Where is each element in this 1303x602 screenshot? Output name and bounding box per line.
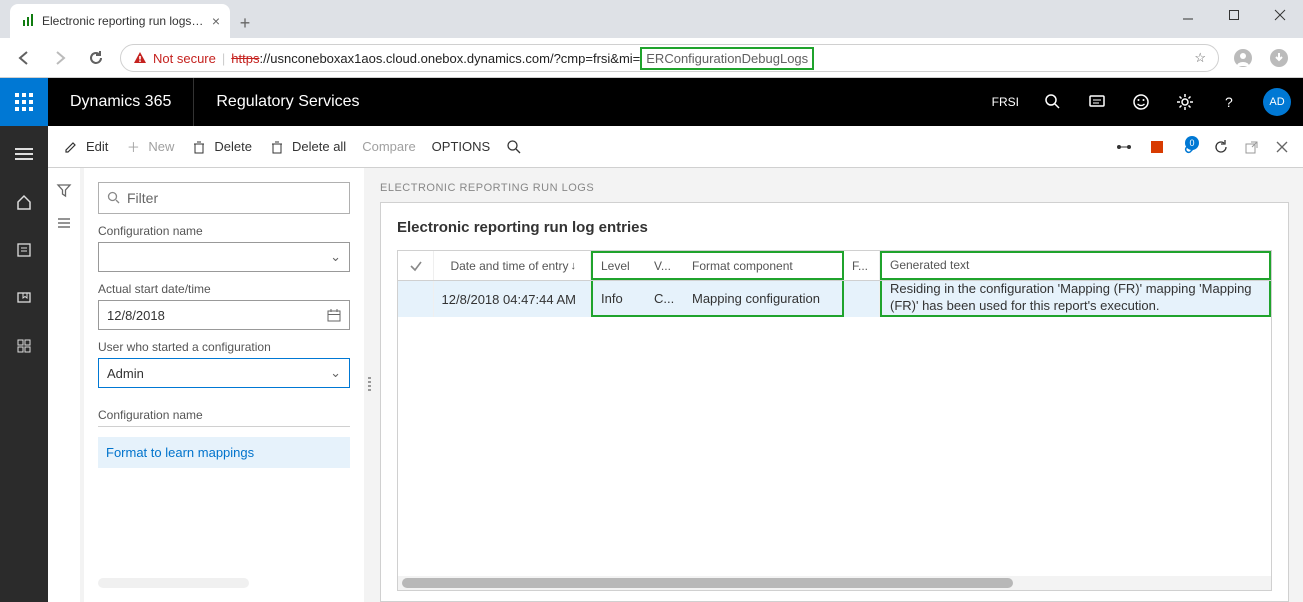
profile-icon[interactable] <box>1231 46 1255 70</box>
smile-icon[interactable] <box>1119 78 1163 126</box>
bookmark-icon[interactable] <box>4 278 44 318</box>
chevron-down-icon: ⌄ <box>330 249 341 265</box>
cell-f <box>844 281 880 317</box>
office-icon[interactable] <box>1149 139 1165 155</box>
delete-all-button[interactable]: Delete all <box>268 139 346 154</box>
popout-icon[interactable] <box>1245 140 1259 154</box>
header-check[interactable] <box>398 251 434 280</box>
chat-icon[interactable] <box>1075 78 1119 126</box>
favicon-icon <box>20 13 36 29</box>
tab-title: Electronic reporting run logs -- R <box>42 14 206 28</box>
search-icon[interactable] <box>1031 78 1075 126</box>
forward-button[interactable] <box>48 46 72 70</box>
goto-icon[interactable] <box>1115 140 1133 154</box>
star-icon[interactable]: ☆ <box>1194 50 1206 66</box>
svg-text:?: ? <box>1225 94 1233 110</box>
sort-down-icon: ↓ <box>571 260 577 272</box>
close-icon[interactable] <box>1275 140 1289 154</box>
page-tag: ELECTRONIC REPORTING RUN LOGS <box>380 182 1289 194</box>
reload-button[interactable] <box>84 46 108 70</box>
header-format[interactable]: Format component <box>684 251 844 280</box>
attach-icon[interactable]: 0 <box>1181 138 1197 156</box>
url-highlight: ERConfigurationDebugLogs <box>640 47 814 70</box>
warning-icon <box>133 51 147 65</box>
module-label[interactable]: Regulatory Services <box>194 78 381 126</box>
gear-icon[interactable] <box>1163 78 1207 126</box>
scrollbar[interactable] <box>98 578 249 588</box>
brand-label[interactable]: Dynamics 365 <box>48 78 194 126</box>
search-icon <box>107 191 121 205</box>
calendar-icon <box>327 308 341 322</box>
waffle-icon[interactable] <box>0 78 48 126</box>
cell-date: 12/8/2018 04:47:44 AM <box>434 281 591 317</box>
help-icon[interactable]: ? <box>1207 78 1251 126</box>
user-label: User who started a configuration <box>98 340 350 354</box>
filter-funnel-icon[interactable] <box>56 182 72 198</box>
window-max[interactable] <box>1211 0 1257 30</box>
toolbar-search-icon[interactable] <box>506 139 522 155</box>
table-row[interactable]: 12/8/2018 04:47:44 AM Info C... Mapping … <box>398 281 1271 317</box>
browser-tab[interactable]: Electronic reporting run logs -- R × <box>10 4 230 38</box>
window-close[interactable] <box>1257 0 1303 30</box>
avatar[interactable]: AD <box>1263 88 1291 116</box>
list-lines-icon[interactable] <box>57 216 71 230</box>
header-date[interactable]: Date and time of entry↓ <box>434 251 591 280</box>
company-label: FRSI <box>980 95 1031 109</box>
hamburger-icon[interactable] <box>4 134 44 174</box>
filter-panel: Filter Configuration name ⌄ Actual start… <box>84 168 364 602</box>
options-button[interactable]: OPTIONS <box>432 139 491 154</box>
new-tab-button[interactable]: + <box>230 8 260 38</box>
header-f[interactable]: F... <box>844 251 880 280</box>
not-secure-text: Not secure <box>153 51 216 66</box>
window-min[interactable] <box>1165 0 1211 30</box>
config-name-select[interactable]: ⌄ <box>98 242 350 272</box>
pencil-icon <box>62 140 80 154</box>
row-check[interactable] <box>398 281 434 317</box>
trash-icon <box>190 140 208 154</box>
chevron-down-icon: ⌄ <box>330 365 341 381</box>
recent-icon[interactable] <box>4 230 44 270</box>
header-text[interactable]: Generated text <box>880 251 1271 280</box>
refresh-icon[interactable] <box>1213 139 1229 155</box>
config-list-header: Configuration name <box>98 404 350 427</box>
new-button[interactable]: ＋New <box>124 137 174 156</box>
back-button[interactable] <box>12 46 36 70</box>
delete-button[interactable]: Delete <box>190 139 252 154</box>
splitter[interactable] <box>364 168 374 602</box>
close-icon[interactable]: × <box>212 13 220 29</box>
home-icon[interactable] <box>4 182 44 222</box>
cell-text: Residing in the configuration 'Mapping (… <box>880 281 1271 317</box>
url-text: https://usnconeboxax1aos.cloud.onebox.dy… <box>231 51 814 66</box>
card-title: Electronic reporting run log entries <box>397 219 1272 236</box>
cell-v: C... <box>646 281 684 317</box>
config-name-label: Configuration name <box>98 224 350 238</box>
header-v[interactable]: V... <box>646 251 684 280</box>
config-list-item[interactable]: Format to learn mappings <box>98 437 350 468</box>
horizontal-scrollbar[interactable] <box>398 576 1271 590</box>
workspace-icon[interactable] <box>4 326 44 366</box>
cell-format: Mapping configuration <box>684 281 844 317</box>
filter-input[interactable]: Filter <box>98 182 350 214</box>
download-icon[interactable] <box>1267 46 1291 70</box>
not-secure-badge: Not secure <box>133 51 216 66</box>
filter-placeholder: Filter <box>127 190 158 206</box>
cell-level: Info <box>591 281 646 317</box>
action-bar: Edit ＋New Delete Delete all Compare OPTI… <box>48 126 1303 168</box>
user-select[interactable]: Admin⌄ <box>98 358 350 388</box>
plus-icon: ＋ <box>124 137 142 156</box>
grid-header: Date and time of entry↓ Level V... Forma… <box>398 251 1271 281</box>
compare-button[interactable]: Compare <box>362 139 415 154</box>
startdate-label: Actual start date/time <box>98 282 350 296</box>
grid: Date and time of entry↓ Level V... Forma… <box>397 250 1272 591</box>
left-nav-rail <box>0 126 48 602</box>
address-bar[interactable]: Not secure | https://usnconeboxax1aos.cl… <box>120 44 1219 72</box>
trash-icon <box>268 140 286 154</box>
header-level[interactable]: Level <box>591 251 646 280</box>
edit-button[interactable]: Edit <box>62 139 108 154</box>
startdate-input[interactable]: 12/8/2018 <box>98 300 350 330</box>
